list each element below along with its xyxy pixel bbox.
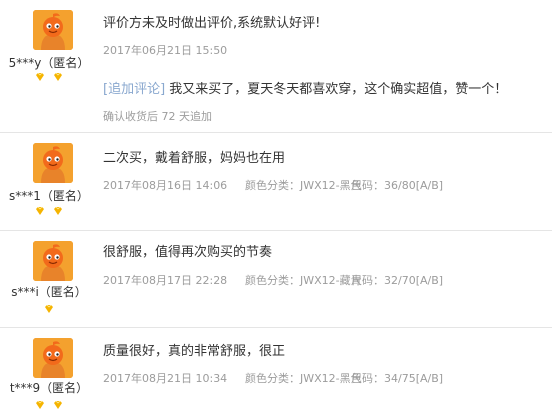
size-value: 34/75[A/B] <box>384 372 444 385</box>
review-list: 5***y（匿名） 评价方未及时做出评价,系统默认好评! 2017年06月21日… <box>0 0 552 413</box>
gold-diamond-icon <box>45 304 53 313</box>
avatar[interactable] <box>33 10 73 50</box>
review-meta: 2017年08月21日 10:34 颜色分类：JWX12-黑色 尺码：34/75… <box>103 370 543 386</box>
sku-label: 颜色分类： <box>245 372 300 385</box>
buyer-credit-badges <box>0 400 98 410</box>
review-text: 评价方未及时做出评价,系统默认好评! <box>103 16 321 31</box>
review-text: 质量很好，真的非常舒服，很正 <box>103 344 286 359</box>
sku-info: 颜色分类：JWX12-藏青 <box>245 272 362 288</box>
avatar[interactable] <box>33 143 73 183</box>
review-text: 很舒服，值得再次购买的节奏 <box>103 245 273 260</box>
orange-mascot-avatar-icon <box>33 241 73 281</box>
review-item: s***1（匿名） 二次买，戴着舒服，妈妈也在用 2017年08月16日 14:… <box>0 133 552 231</box>
size-info: 尺码：36/80[A/B] <box>351 177 443 193</box>
appended-review: [追加评论] 我又来买了，夏天冬天都喜欢穿，这个确实超值，赞一个！ <box>103 78 507 97</box>
size-info: 尺码：32/70[A/B] <box>351 272 443 288</box>
reviewer-name: s***i（匿名） <box>11 285 87 299</box>
review-meta: 2017年08月16日 14:06 颜色分类：JWX12-黑色 尺码：36/80… <box>103 177 543 193</box>
buyer-credit-badges <box>0 72 98 82</box>
size-label: 尺码： <box>351 372 384 385</box>
append-text: 我又来买了，夏天冬天都喜欢穿，这个确实超值，赞一个！ <box>169 82 508 97</box>
review-date: 2017年08月21日 10:34 <box>103 372 228 385</box>
gold-diamond-icon <box>53 72 62 81</box>
sku-label: 颜色分类： <box>245 179 300 192</box>
size-info: 尺码：34/75[A/B] <box>351 370 443 386</box>
size-label: 尺码： <box>351 179 384 192</box>
avatar[interactable] <box>33 338 73 378</box>
gold-diamond-icon <box>36 206 45 215</box>
review-item: s***i（匿名） 很舒服，值得再次购买的节奏 2017年08月17日 22:2… <box>0 231 552 328</box>
review-date: 2017年06月21日 15:50 <box>103 44 228 57</box>
sku-info: 颜色分类：JWX12-黑色 <box>245 370 362 386</box>
gold-diamond-icon <box>36 400 45 409</box>
orange-mascot-avatar-icon <box>33 10 73 50</box>
review-item: 5***y（匿名） 评价方未及时做出评价,系统默认好评! 2017年06月21日… <box>0 0 552 133</box>
size-value: 36/80[A/B] <box>384 179 444 192</box>
orange-mascot-avatar-icon <box>33 143 73 183</box>
append-label: [追加评论] <box>103 82 166 97</box>
sku-label: 颜色分类： <box>245 274 300 287</box>
size-value: 32/70[A/B] <box>384 274 444 287</box>
gold-diamond-icon <box>53 206 62 215</box>
review-text: 二次买，戴着舒服，妈妈也在用 <box>103 151 286 166</box>
orange-mascot-avatar-icon <box>33 338 73 378</box>
review-meta: 2017年08月17日 22:28 颜色分类：JWX12-藏青 尺码：32/70… <box>103 272 543 288</box>
append-meta: 确认收货后 72 天追加 <box>103 110 212 123</box>
review-date: 2017年08月17日 22:28 <box>103 274 228 287</box>
size-label: 尺码： <box>351 274 384 287</box>
review-item: t***9（匿名） 质量很好，真的非常舒服，很正 2017年08月21日 10:… <box>0 328 552 413</box>
review-date: 2017年08月16日 14:06 <box>103 179 228 192</box>
sku-info: 颜色分类：JWX12-黑色 <box>245 177 362 193</box>
gold-diamond-icon <box>36 72 45 81</box>
buyer-credit-badges <box>0 304 98 314</box>
avatar[interactable] <box>33 241 73 281</box>
gold-diamond-icon <box>53 400 62 409</box>
buyer-credit-badges <box>0 206 98 216</box>
